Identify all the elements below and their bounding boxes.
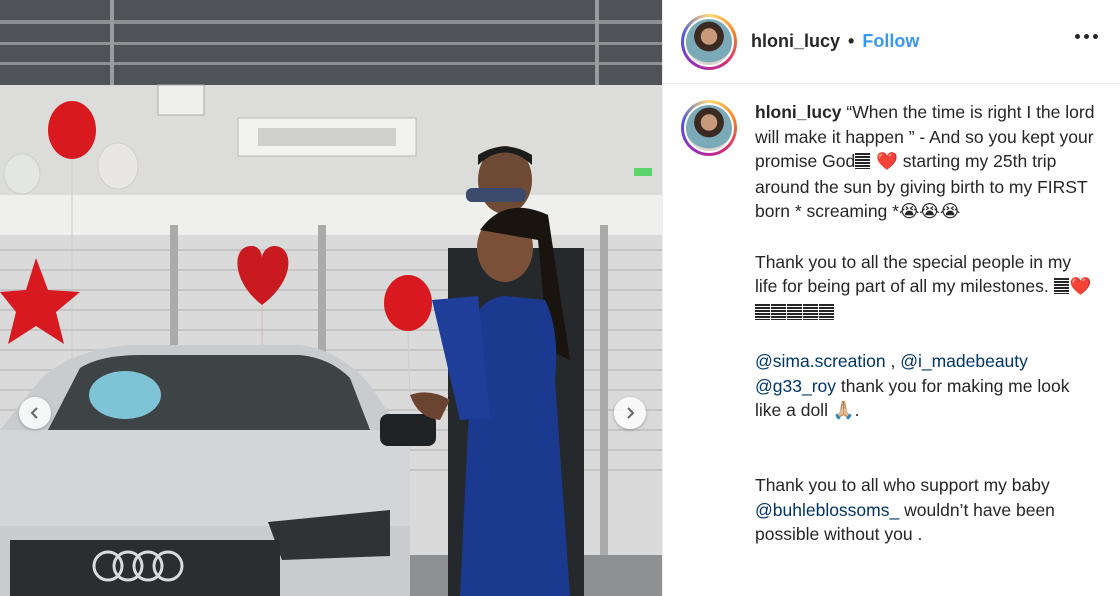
caption-para-1: hloni_lucy “When the time is right I the… [755,100,1095,225]
photo-scene [0,0,662,596]
more-options-button[interactable] [1075,34,1098,39]
pray-emoji-icon: 🙏🏼 [832,401,855,422]
heart-emoji-icon: ❤️ [876,152,898,173]
caption-username[interactable]: hloni_lucy [755,102,842,122]
profile-photo [686,18,732,65]
caption-para-2: Thank you to all the special people in m… [755,250,1095,325]
carousel-prev-button[interactable] [19,397,51,429]
crying-emoji-icon: 😭😭😭 [898,202,961,223]
post-photo[interactable] [0,0,662,596]
heart-emoji-icon: ❤️ [1069,277,1092,298]
caption-row: hloni_lucy “When the time is right I the… [663,84,1120,547]
chevron-left-icon [30,407,38,419]
caption-para-4-text: Thank you to all who support my baby [755,474,1050,495]
follow-button[interactable]: Follow [862,31,919,52]
mention-link[interactable]: @i_madebeauty [900,351,1028,371]
post-panel: hloni_lucy • Follow hloni_lucy “When the… [662,0,1120,596]
avatar[interactable] [681,13,737,70]
mention-link[interactable]: @g33_roy [755,376,836,396]
caption-para-2-text: Thank you to all the special people in m… [755,251,1072,297]
post-username[interactable]: hloni_lucy [751,31,840,52]
caption-para-4: Thank you to all who support my baby @bu… [755,473,1095,547]
separator-dot: • [848,31,855,51]
more-options-icon [1075,34,1080,39]
caption-avatar[interactable] [681,100,737,156]
mention-link[interactable]: @sima.screation [755,351,886,371]
caption-para-3: @sima.screation , @i_madebeauty @g33_roy… [755,350,1070,422]
post-header: hloni_lucy • Follow [663,0,1120,84]
caption-text: hloni_lucy “When the time is right I the… [755,100,1095,547]
emoji-placeholder-icon [855,153,871,170]
mention-link[interactable]: @buhleblossoms_ [755,500,899,520]
chevron-right-icon [627,407,635,419]
carousel-next-button[interactable] [614,397,646,429]
